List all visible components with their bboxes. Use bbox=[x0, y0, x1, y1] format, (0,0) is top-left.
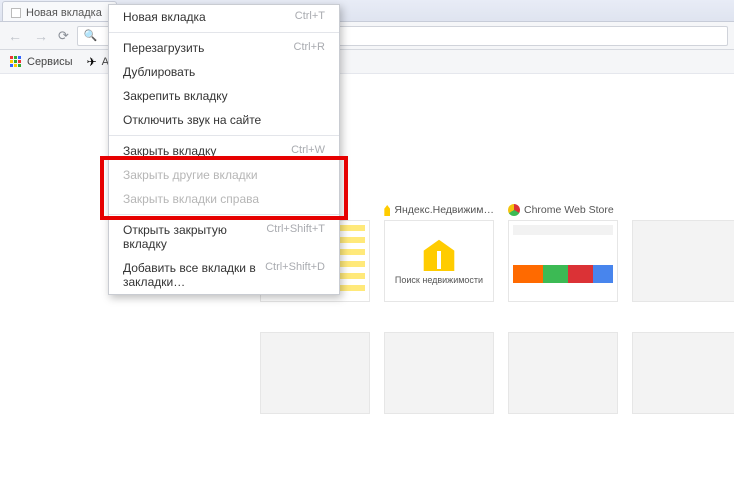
forward-button[interactable]: → bbox=[32, 28, 50, 44]
menu-reopen-closed-tab[interactable]: Открыть закрытую вкладку Ctrl+Shift+T bbox=[109, 218, 339, 256]
thumbnail-preview bbox=[260, 332, 370, 414]
menu-duplicate[interactable]: Дублировать bbox=[109, 60, 339, 84]
menu-separator bbox=[109, 135, 339, 136]
search-icon: 🔍 bbox=[84, 29, 98, 42]
back-button[interactable]: ← bbox=[6, 28, 24, 44]
menu-new-tab[interactable]: Новая вкладка Ctrl+T bbox=[109, 5, 339, 29]
menu-shortcut: Ctrl+T bbox=[295, 10, 325, 24]
menu-label: Закрыть вкладку bbox=[123, 144, 216, 158]
thumbnail-preview bbox=[508, 220, 618, 302]
apps-label: Сервисы bbox=[27, 56, 73, 68]
menu-label: Закрыть вкладки справа bbox=[123, 192, 259, 206]
menu-separator bbox=[109, 32, 339, 33]
menu-pin-tab[interactable]: Закрепить вкладку bbox=[109, 84, 339, 108]
thumbnail-preview bbox=[632, 332, 734, 414]
thumbnail-title bbox=[632, 204, 734, 216]
thumbnail-tile[interactable] bbox=[260, 316, 370, 414]
thumbnail-tile[interactable]: Chrome Web Store bbox=[508, 204, 618, 302]
tab-favicon bbox=[11, 8, 21, 18]
menu-label: Добавить все вкладки в закладки… bbox=[123, 261, 265, 289]
thumbnail-caption: Поиск недвижимости bbox=[395, 275, 483, 285]
menu-label: Дублировать bbox=[123, 65, 195, 79]
thumbnail-title: Яндекс.Недвижим… bbox=[384, 204, 494, 216]
thumbnail-preview bbox=[508, 332, 618, 414]
reload-button[interactable]: ⟳ bbox=[58, 28, 69, 44]
thumbnail-preview: Поиск недвижимости bbox=[384, 220, 494, 302]
menu-shortcut: Ctrl+Shift+D bbox=[265, 261, 325, 289]
thumbnail-title-text: Chrome Web Store bbox=[524, 204, 614, 216]
apps-icon bbox=[10, 56, 22, 68]
thumbnail-tile[interactable]: Яндекс.Недвижим… Поиск недвижимости bbox=[384, 204, 494, 302]
thumbnail-tile[interactable] bbox=[632, 316, 734, 414]
thumbnail-preview bbox=[632, 220, 734, 302]
yandex-realty-icon bbox=[384, 204, 390, 216]
menu-close-others: Закрыть другие вкладки bbox=[109, 163, 339, 187]
menu-close-right: Закрыть вкладки справа bbox=[109, 187, 339, 211]
menu-mute-site[interactable]: Отключить звук на сайте bbox=[109, 108, 339, 132]
thumbnail-title: Chrome Web Store bbox=[508, 204, 618, 216]
house-icon bbox=[422, 237, 456, 271]
thumbnail-tile[interactable] bbox=[384, 316, 494, 414]
apps-shortcut[interactable]: Сервисы bbox=[10, 56, 73, 68]
menu-bookmark-all-tabs[interactable]: Добавить все вкладки в закладки… Ctrl+Sh… bbox=[109, 256, 339, 294]
menu-close-tab[interactable]: Закрыть вкладку Ctrl+W bbox=[109, 139, 339, 163]
tab-context-menu: Новая вкладка Ctrl+T Перезагрузить Ctrl+… bbox=[108, 4, 340, 295]
plane-icon: ✈ bbox=[87, 55, 97, 69]
menu-reload[interactable]: Перезагрузить Ctrl+R bbox=[109, 36, 339, 60]
menu-shortcut: Ctrl+R bbox=[294, 41, 325, 55]
tab-title: Новая вкладка bbox=[26, 7, 102, 19]
menu-label: Отключить звук на сайте bbox=[123, 113, 261, 127]
thumbnail-tile[interactable] bbox=[508, 316, 618, 414]
thumbnail-tile[interactable] bbox=[632, 204, 734, 302]
menu-shortcut: Ctrl+W bbox=[291, 144, 325, 158]
thumbnail-title-text: Яндекс.Недвижим… bbox=[394, 204, 494, 216]
menu-separator bbox=[109, 214, 339, 215]
menu-shortcut: Ctrl+Shift+T bbox=[266, 223, 325, 251]
menu-label: Закрыть другие вкладки bbox=[123, 168, 258, 182]
active-tab[interactable]: Новая вкладка bbox=[2, 1, 117, 21]
menu-label: Открыть закрытую вкладку bbox=[123, 223, 266, 251]
menu-label: Новая вкладка bbox=[123, 10, 206, 24]
menu-label: Закрепить вкладку bbox=[123, 89, 228, 103]
chrome-web-store-icon bbox=[508, 204, 520, 216]
menu-label: Перезагрузить bbox=[123, 41, 204, 55]
thumbnail-preview bbox=[384, 332, 494, 414]
